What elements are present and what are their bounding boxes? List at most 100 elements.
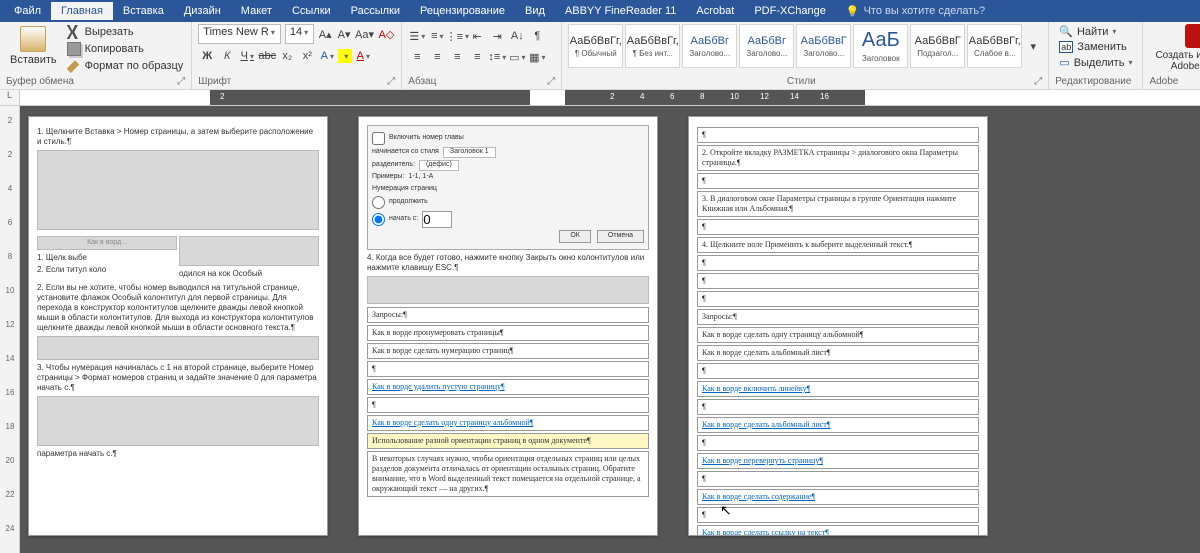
highlight-button[interactable]: [338, 49, 352, 63]
cut-label: Вырезать: [85, 26, 134, 38]
tab-pdfxchange[interactable]: PDF-XChange: [744, 2, 836, 20]
replace-button[interactable]: Заменить: [1055, 40, 1136, 54]
dlg-ok-button[interactable]: ОК: [559, 230, 591, 243]
p3-link1[interactable]: Как в ворде включить линейку¶: [697, 381, 979, 397]
p3-q2: Как в ворде сделать альбомный лист¶: [697, 345, 979, 361]
paragraph-launcher[interactable]: ⤢: [547, 76, 555, 87]
p3-link5[interactable]: Как в ворде сделать ссылку на текст¶: [697, 525, 979, 536]
style-item-2[interactable]: АаБбВгЗаголово...: [682, 24, 737, 68]
page-1[interactable]: 1. Щелкните Вставка > Номер страницы, а …: [28, 116, 328, 536]
font-color-button[interactable]: A: [354, 47, 372, 65]
tab-mailings[interactable]: Рассылки: [341, 2, 410, 20]
horizontal-ruler[interactable]: L 2246810121416: [0, 90, 1200, 106]
vertical-ruler[interactable]: 224681012141618202224: [0, 106, 20, 553]
style-item-7[interactable]: АаБбВвГг,Слабое в...: [967, 24, 1022, 68]
dlg-v2[interactable]: (дефис): [419, 160, 459, 171]
multilevel-button[interactable]: ⋮≡: [448, 27, 466, 45]
show-marks-button[interactable]: ¶: [528, 27, 546, 45]
style-item-1[interactable]: АаБбВвГг,¶ Без инт...: [625, 24, 680, 68]
font-launcher[interactable]: ⤢: [387, 76, 395, 87]
copy-button[interactable]: Копировать: [65, 41, 186, 57]
font-size-combo[interactable]: 14: [285, 24, 314, 44]
style-item-0[interactable]: АаБбВвГг,¶ Обычный: [568, 24, 623, 68]
select-button[interactable]: Выделить▾: [1055, 55, 1136, 70]
page-3[interactable]: ¶ 2. Откройте вкладку РАЗМЕТКА страницы …: [688, 116, 988, 536]
p3-link2[interactable]: Как в ворде сделать альбомный лист¶: [697, 417, 979, 433]
vruler-mark: 16: [2, 388, 18, 397]
group-clipboard: Вставить Вырезать Копировать Формат по о…: [0, 22, 192, 89]
styles-launcher[interactable]: ⤢: [1034, 76, 1042, 87]
sort-button[interactable]: A↓: [508, 27, 526, 45]
dlg-l3: Примеры:: [372, 173, 404, 182]
style-item-6[interactable]: АаБбВвГПодзагол...: [910, 24, 965, 68]
dlg-include-chapter-check[interactable]: [372, 132, 385, 145]
dlg-cancel-button[interactable]: Отмена: [597, 230, 644, 243]
numbering-button[interactable]: ≡: [428, 27, 446, 45]
tab-abbyy[interactable]: ABBYY FineReader 11: [555, 2, 687, 20]
font-name-combo[interactable]: Times New R: [198, 24, 281, 44]
adobe-create-button[interactable]: Создать и подели Adobe PDF: [1149, 24, 1200, 72]
tab-file[interactable]: Файл: [4, 2, 51, 20]
ruler-mark: 4: [640, 92, 644, 101]
text-effects-button[interactable]: A: [318, 47, 336, 65]
style-item-4[interactable]: АаБбВвГЗаголово...: [796, 24, 851, 68]
document-area[interactable]: 224681012141618202224 1. Щелкните Вставк…: [0, 106, 1200, 553]
vruler-mark: 18: [2, 422, 18, 431]
tab-insert[interactable]: Вставка: [113, 2, 174, 20]
tab-design[interactable]: Дизайн: [174, 2, 231, 20]
tab-home[interactable]: Главная: [51, 2, 113, 20]
subscript-button[interactable]: x₂: [278, 47, 296, 65]
p2-screenshot1: [367, 276, 649, 304]
format-painter-button[interactable]: Формат по образцу: [65, 58, 186, 74]
style-item-3[interactable]: АаБбВгЗаголово...: [739, 24, 794, 68]
paste-button[interactable]: Вставить: [6, 24, 61, 74]
italic-button[interactable]: К: [218, 47, 236, 65]
strike-button[interactable]: abc: [258, 47, 276, 65]
tab-references[interactable]: Ссылки: [282, 2, 341, 20]
p2-link2[interactable]: Как в ворде сделать одну страницу альбом…: [367, 415, 649, 431]
align-right-button[interactable]: ≡: [448, 48, 466, 66]
decrease-indent-button[interactable]: ⇤: [468, 27, 486, 45]
find-button[interactable]: Найти▾: [1055, 24, 1136, 39]
increase-indent-button[interactable]: ⇥: [488, 27, 506, 45]
bold-button[interactable]: Ж: [198, 47, 216, 65]
p1-text2: 2. Если вы не хотите, чтобы номер выводи…: [37, 283, 319, 333]
bullets-button[interactable]: ☰: [408, 27, 426, 45]
underline-button[interactable]: Ч: [238, 47, 256, 65]
dlg-continue-radio[interactable]: [372, 196, 385, 209]
page-2[interactable]: Включить номер главы начинается со стиля…: [358, 116, 658, 536]
style-item-5[interactable]: АаБЗаголовок: [853, 24, 908, 68]
dlg-v3: 1-1, 1-A: [408, 173, 433, 182]
ruler-mark: 10: [730, 92, 739, 101]
tab-acrobat[interactable]: Acrobat: [686, 2, 744, 20]
shading-button[interactable]: ▭: [508, 48, 526, 66]
tab-layout[interactable]: Макет: [231, 2, 282, 20]
styles-more-button[interactable]: ▾: [1024, 24, 1042, 68]
p2-link1[interactable]: Как в ворде удалить пустую страницу¶: [367, 379, 649, 395]
align-center-button[interactable]: ≡: [428, 48, 446, 66]
dlg-v1[interactable]: Заголовок 1: [443, 147, 496, 158]
cut-button[interactable]: Вырезать: [65, 24, 186, 40]
tab-review[interactable]: Рецензирование: [410, 2, 515, 20]
superscript-button[interactable]: x²: [298, 47, 316, 65]
copy-icon: [67, 42, 81, 56]
vruler-mark: 6: [2, 218, 18, 227]
vruler-mark: 22: [2, 490, 18, 499]
justify-button[interactable]: ≡: [468, 48, 486, 66]
p2-q1: Как в ворде пронумеровать страницы¶: [367, 325, 649, 341]
shrink-font-button[interactable]: A▾: [337, 25, 352, 43]
align-left-button[interactable]: ≡: [408, 48, 426, 66]
format-painter-label: Формат по образцу: [85, 60, 184, 72]
p3-link3[interactable]: Как в ворде перевернуть страницу¶: [697, 453, 979, 469]
borders-button[interactable]: ▦: [528, 48, 546, 66]
dlg-startat-radio[interactable]: [372, 213, 385, 226]
tell-me-box[interactable]: 💡 Что вы хотите сделать?: [836, 5, 985, 18]
line-spacing-button[interactable]: ↕≡: [488, 48, 506, 66]
tab-view[interactable]: Вид: [515, 2, 555, 20]
clipboard-launcher[interactable]: ⤢: [177, 76, 185, 87]
grow-font-button[interactable]: A▴: [318, 25, 333, 43]
change-case-button[interactable]: Aa▾: [355, 25, 373, 43]
dlg-startat-input[interactable]: [422, 211, 452, 228]
p3-link4[interactable]: Как в ворде сделать содержание¶: [697, 489, 979, 505]
clear-formatting-button[interactable]: A◇: [377, 25, 395, 43]
